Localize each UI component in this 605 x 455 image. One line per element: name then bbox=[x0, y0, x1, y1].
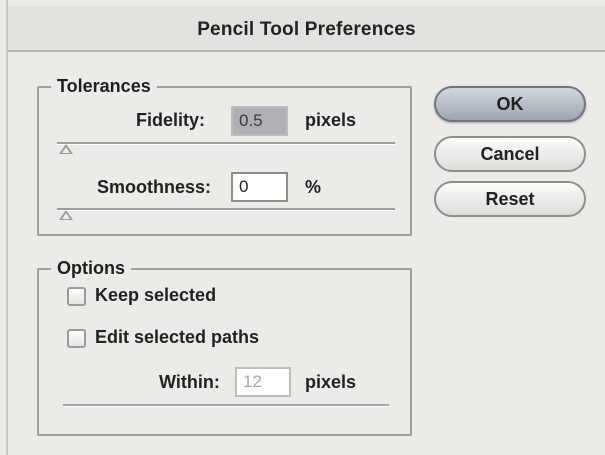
fidelity-slider-thumb[interactable] bbox=[59, 144, 73, 154]
cancel-button[interactable]: Cancel bbox=[434, 136, 586, 172]
reset-button[interactable]: Reset bbox=[434, 181, 586, 217]
keep-selected-checkbox[interactable] bbox=[67, 287, 86, 306]
ok-button[interactable]: OK bbox=[434, 86, 586, 122]
keep-selected-label: Keep selected bbox=[95, 285, 217, 305]
edit-selected-paths-checkbox[interactable] bbox=[67, 329, 86, 348]
pencil-tool-preferences-dialog: Pencil Tool Preferences Tolerances Fidel… bbox=[6, 0, 605, 455]
keep-selected-option[interactable]: Keep selected bbox=[67, 285, 267, 311]
within-label: Within: bbox=[159, 372, 220, 392]
options-legend: Options bbox=[51, 258, 131, 279]
smoothness-label: Smoothness: bbox=[97, 177, 212, 197]
edit-selected-paths-label: Edit selected paths bbox=[95, 327, 260, 347]
options-group: Options Keep selected Edit selected path… bbox=[37, 258, 412, 436]
fidelity-label: Fidelity: bbox=[136, 110, 206, 130]
edit-selected-paths-option[interactable]: Edit selected paths bbox=[67, 327, 307, 353]
within-input[interactable]: 12 bbox=[235, 367, 291, 397]
within-unit: pixels bbox=[305, 372, 357, 392]
tolerances-legend: Tolerances bbox=[51, 76, 157, 97]
fidelity-input[interactable]: 0.5 bbox=[231, 106, 288, 136]
within-divider bbox=[63, 404, 389, 407]
smoothness-slider-track[interactable] bbox=[57, 208, 395, 211]
title-bar[interactable]: Pencil Tool Preferences bbox=[8, 6, 605, 52]
fidelity-slider-track[interactable] bbox=[57, 142, 395, 145]
smoothness-unit: % bbox=[305, 177, 322, 197]
fidelity-unit: pixels bbox=[305, 110, 357, 130]
tolerances-group: Tolerances Fidelity: 0.5 pixels Smoothne… bbox=[37, 76, 412, 236]
dialog-title: Pencil Tool Preferences bbox=[197, 19, 416, 40]
smoothness-slider-thumb[interactable] bbox=[59, 210, 73, 220]
smoothness-input[interactable]: 0 bbox=[231, 172, 288, 202]
